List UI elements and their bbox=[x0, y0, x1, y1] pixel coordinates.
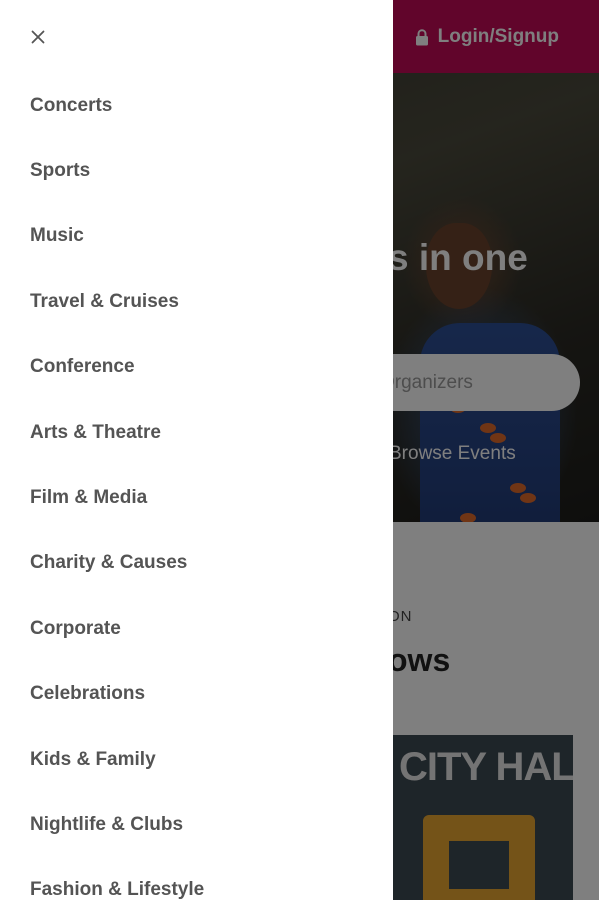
category-item-sports[interactable]: Sports bbox=[0, 138, 393, 203]
category-item-charity-causes[interactable]: Charity & Causes bbox=[0, 531, 393, 596]
category-item-travel-cruises[interactable]: Travel & Cruises bbox=[0, 269, 393, 334]
category-item-film-media[interactable]: Film & Media bbox=[0, 465, 393, 530]
category-item-concerts[interactable]: Concerts bbox=[0, 73, 393, 138]
category-item-corporate[interactable]: Corporate bbox=[0, 596, 393, 661]
close-icon bbox=[31, 30, 45, 44]
category-drawer: Concerts Sports Music Travel & Cruises C… bbox=[0, 0, 393, 900]
category-item-nightlife-clubs[interactable]: Nightlife & Clubs bbox=[0, 792, 393, 857]
category-item-kids-family[interactable]: Kids & Family bbox=[0, 727, 393, 792]
category-list: Concerts Sports Music Travel & Cruises C… bbox=[0, 73, 393, 900]
category-item-fashion-lifestyle[interactable]: Fashion & Lifestyle bbox=[0, 858, 393, 900]
category-item-conference[interactable]: Conference bbox=[0, 335, 393, 400]
category-item-arts-theatre[interactable]: Arts & Theatre bbox=[0, 400, 393, 465]
category-item-music[interactable]: Music bbox=[0, 204, 393, 269]
close-drawer-button[interactable] bbox=[26, 25, 50, 49]
category-item-celebrations[interactable]: Celebrations bbox=[0, 662, 393, 727]
